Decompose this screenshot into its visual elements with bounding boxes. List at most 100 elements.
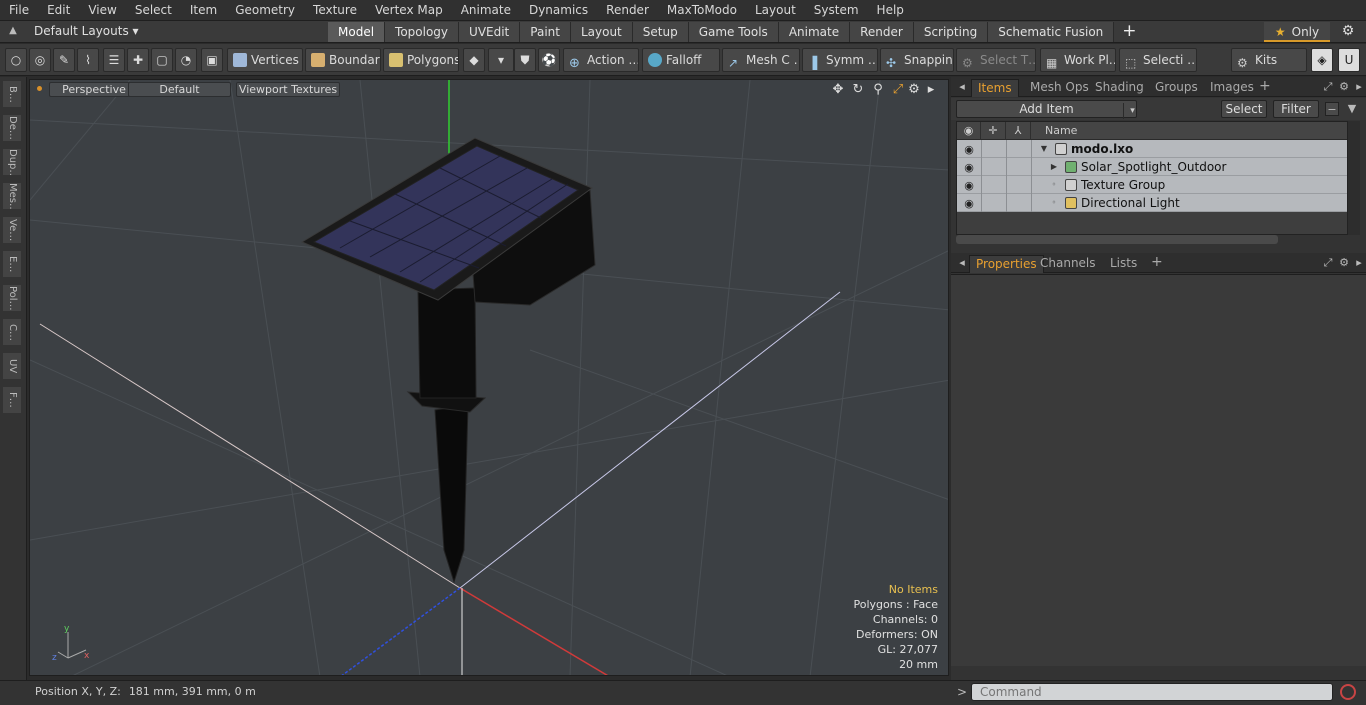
properties-gear-icon[interactable]: ⚙ (1337, 256, 1351, 270)
menu-texture[interactable]: Texture (304, 0, 366, 21)
properties-expand-arrow-icon[interactable]: ▸ (1352, 256, 1366, 270)
left-strip-tab[interactable]: F… (3, 387, 21, 413)
filter-button[interactable]: Filter (1273, 100, 1319, 118)
shading-style-button[interactable]: Default (128, 82, 231, 97)
clock-icon[interactable]: ◔ (175, 48, 197, 72)
viewport-menu-dot-icon[interactable] (37, 86, 42, 91)
menu-dynamics[interactable]: Dynamics (520, 0, 597, 21)
left-strip-tab[interactable]: E… (3, 251, 21, 277)
unreal-logo-icon[interactable]: U (1338, 48, 1360, 72)
item-row[interactable]: ◉ ▼ modo.lxo (957, 140, 1347, 158)
item-row[interactable]: ◉ ◦ Texture Group (957, 176, 1347, 194)
add-tab-button[interactable]: + (1259, 78, 1271, 94)
select-through-button[interactable]: ⚙ Select T… (956, 48, 1036, 72)
perspective-view-button[interactable]: Perspective (49, 82, 139, 97)
select-globe-icon[interactable]: ◎ (29, 48, 51, 72)
select-brush-icon[interactable]: ⌇ (77, 48, 99, 72)
left-strip-tab[interactable]: UV (3, 353, 21, 379)
funnel-filter-icon[interactable]: ▼ (1345, 102, 1359, 116)
unity-logo-icon[interactable]: ◈ (1311, 48, 1333, 72)
layout-settings-gear-icon[interactable]: ⚙ (1338, 23, 1358, 41)
boundary-mode-button[interactable]: Boundary (305, 48, 381, 72)
command-input[interactable] (971, 683, 1333, 701)
layout-up-arrow-icon[interactable]: ▲ (6, 25, 20, 39)
symmetry-shield-icon[interactable]: ⛊ (514, 48, 536, 72)
expand-toggle-icon[interactable]: ◦ (1049, 176, 1059, 194)
tab-setup[interactable]: Setup (632, 22, 689, 42)
left-strip-tab[interactable]: C… (3, 319, 21, 345)
menu-maxtomodo[interactable]: MaxToModo (658, 0, 746, 21)
tab-schematic-fusion[interactable]: Schematic Fusion (988, 22, 1115, 42)
tab-mesh-ops[interactable]: Mesh Ops (1024, 79, 1095, 97)
item-row[interactable]: ◉ ▶ Solar_Spotlight_Outdoor (957, 158, 1347, 176)
tab-scripting[interactable]: Scripting (913, 22, 989, 42)
tab-layout[interactable]: Layout (570, 22, 633, 42)
items-horizontal-scrollbar[interactable] (956, 235, 1278, 244)
tab-lists[interactable]: Lists (1104, 255, 1143, 273)
tab-channels[interactable]: Channels (1034, 255, 1102, 273)
only-button[interactable]: ★ Only (1264, 22, 1330, 42)
pan-move-icon[interactable]: ✥ (830, 82, 846, 98)
visibility-column-eye-icon[interactable]: ◉ (957, 122, 981, 140)
tab-uvedit[interactable]: UVEdit (459, 22, 521, 42)
tab-game-tools[interactable]: Game Tools (688, 22, 779, 42)
menu-view[interactable]: View (79, 0, 125, 21)
add-item-button[interactable]: Add Item ▾ (956, 100, 1137, 119)
material-mode-icon[interactable]: ◆ (463, 48, 485, 72)
mesh-constraint-button[interactable]: ↗ Mesh C … (722, 48, 800, 72)
menu-edit[interactable]: Edit (38, 0, 79, 21)
item-mode-cube-icon[interactable]: ▣ (201, 48, 223, 72)
layout-selector[interactable]: Default Layouts ▾ (34, 24, 139, 38)
zoom-search-icon[interactable]: ⚲ (870, 82, 886, 98)
record-macro-icon[interactable] (1340, 684, 1356, 700)
select-circle-icon[interactable]: ○ (5, 48, 27, 72)
falloff-button[interactable]: Falloff (642, 48, 720, 72)
box-icon[interactable]: ▢ (151, 48, 173, 72)
work-plane-button[interactable]: ▦ Work Pl… (1040, 48, 1116, 72)
symmetry-button[interactable]: ▐ Symm … (802, 48, 878, 72)
expand-toggle-icon[interactable]: ▶ (1049, 158, 1059, 176)
left-strip-tab[interactable]: Mes… (3, 183, 21, 209)
menu-layout[interactable]: Layout (746, 0, 805, 21)
items-panel-maximize-icon[interactable]: ⤢ (1321, 80, 1335, 94)
tab-topology[interactable]: Topology (385, 22, 460, 42)
visibility-eye-icon[interactable]: ◉ (961, 141, 977, 159)
items-vertical-scrollbar[interactable] (1348, 121, 1360, 235)
expand-toggle-icon[interactable]: ◦ (1049, 194, 1059, 212)
items-panel-gear-icon[interactable]: ⚙ (1337, 80, 1351, 94)
add-layout-tab-button[interactable]: + (1114, 22, 1144, 42)
select-pen-icon[interactable]: ✎ (53, 48, 75, 72)
type-column-icon[interactable]: ⅄ (1006, 122, 1031, 140)
vertices-mode-button[interactable]: Vertices (227, 48, 303, 72)
center-icon[interactable]: ✚ (127, 48, 149, 72)
visibility-eye-icon[interactable]: ◉ (961, 177, 977, 195)
add-properties-tab-button[interactable]: + (1151, 254, 1163, 270)
select-button[interactable]: Select (1221, 100, 1267, 118)
tab-groups[interactable]: Groups (1149, 79, 1204, 97)
visibility-eye-icon[interactable]: ◉ (961, 195, 977, 213)
left-strip-tab[interactable]: Pol… (3, 285, 21, 311)
items-panel-expand-arrow-icon[interactable]: ▸ (1352, 80, 1366, 94)
3d-viewport[interactable]: y x z Perspective Default Viewport Textu… (29, 79, 949, 676)
items-panel-menu-icon[interactable]: ◂ (955, 80, 969, 94)
menu-select[interactable]: Select (126, 0, 181, 21)
tab-render[interactable]: Render (850, 22, 914, 42)
tab-paint[interactable]: Paint (520, 22, 571, 42)
visibility-eye-icon[interactable]: ◉ (961, 159, 977, 177)
left-strip-tab[interactable]: De… (3, 115, 21, 141)
tab-images[interactable]: Images (1204, 79, 1260, 97)
rotate-view-icon[interactable]: ↻ (850, 82, 866, 98)
polygons-mode-button[interactable]: Polygons (383, 48, 459, 72)
left-strip-tab[interactable]: Dup… (3, 149, 21, 175)
snapping-button[interactable]: ✣Snapping (880, 48, 954, 72)
align-icon[interactable]: ☰ (103, 48, 125, 72)
maximize-icon[interactable]: ⤢ (890, 82, 906, 98)
expand-toggle-icon[interactable]: ▼ (1039, 140, 1049, 158)
collapse-icon[interactable]: − (1325, 102, 1339, 116)
viewport-textures-button[interactable]: Viewport Textures (236, 82, 340, 97)
menu-file[interactable]: File (0, 0, 38, 21)
menu-item[interactable]: Item (181, 0, 226, 21)
viewport-settings-gear-icon[interactable]: ⚙ (906, 82, 922, 98)
action-center-button[interactable]: ⊕Action … (563, 48, 639, 72)
tab-shading[interactable]: Shading (1089, 79, 1150, 97)
